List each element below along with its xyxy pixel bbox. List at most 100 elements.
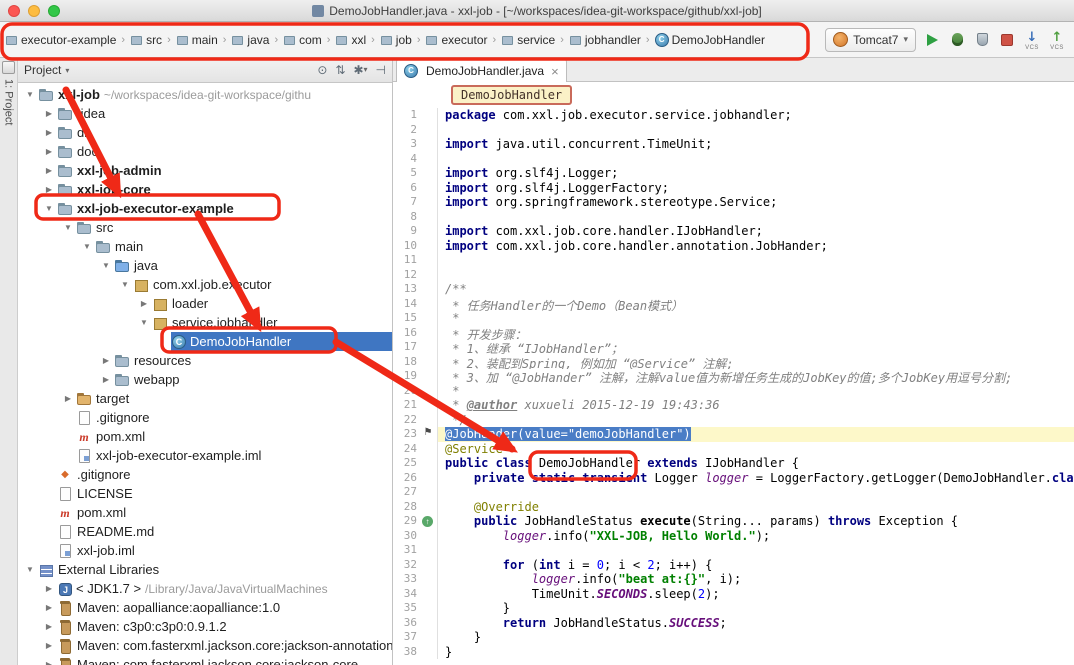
expand-arrow-icon[interactable]: ▶ bbox=[41, 641, 57, 650]
tree-item-resources[interactable]: ▶resources bbox=[18, 351, 392, 370]
run-config-select[interactable]: Tomcat7 ▾ bbox=[825, 28, 916, 52]
expand-arrow-icon[interactable]: ▶ bbox=[41, 147, 57, 156]
breadcrumb-item-src[interactable]: src bbox=[129, 33, 163, 47]
code-line-7[interactable]: 7import org.springframework.stereotype.S… bbox=[393, 195, 1074, 210]
expand-arrow-icon[interactable]: ▶ bbox=[41, 622, 57, 631]
vcs-update-button[interactable]: VCS bbox=[1023, 30, 1041, 50]
code-line-20[interactable]: 20 * bbox=[393, 384, 1074, 399]
code-line-28[interactable]: 28 @Override bbox=[393, 500, 1074, 515]
expand-arrow-icon[interactable]: ▶ bbox=[41, 109, 57, 118]
tree-item-db[interactable]: ▶db bbox=[18, 123, 392, 142]
run-coverage-button[interactable] bbox=[973, 30, 991, 50]
expand-arrow-icon[interactable]: ▶ bbox=[98, 356, 114, 365]
tree-item-external-libraries[interactable]: ▼External Libraries bbox=[18, 560, 392, 579]
project-tool-window-button[interactable]: 1: Project bbox=[3, 79, 15, 125]
tree-item-pom-xml[interactable]: mpom.xml bbox=[18, 427, 392, 446]
breadcrumb-item-service[interactable]: service bbox=[500, 33, 556, 47]
code-line-22[interactable]: 22 */ bbox=[393, 413, 1074, 428]
code-line-15[interactable]: 15 * bbox=[393, 311, 1074, 326]
tree-item-license[interactable]: LICENSE bbox=[18, 484, 392, 503]
tree-item-demojobhandler[interactable]: CDemoJobHandler bbox=[18, 332, 392, 351]
code-line-25[interactable]: 25public class DemoJobHandler extends IJ… bbox=[393, 456, 1074, 471]
code-line-33[interactable]: 33 logger.info("beat at:{}", i); bbox=[393, 572, 1074, 587]
locate-icon[interactable]: ⊙ bbox=[317, 64, 327, 76]
code-line-12[interactable]: 12 bbox=[393, 268, 1074, 283]
code-line-5[interactable]: 5import org.slf4j.Logger; bbox=[393, 166, 1074, 181]
project-tool-window-icon[interactable] bbox=[2, 61, 15, 74]
override-method-icon[interactable]: ↑ bbox=[422, 516, 433, 527]
code-line-6[interactable]: 6import org.slf4j.LoggerFactory; bbox=[393, 181, 1074, 196]
tree-item-main[interactable]: ▼main bbox=[18, 237, 392, 256]
expand-arrow-icon[interactable]: ▼ bbox=[22, 565, 38, 574]
code-line-27[interactable]: 27 bbox=[393, 485, 1074, 500]
tree-item-maven-com-fasterxml-jackson-core-jackson-core[interactable]: ▶Maven: com.fasterxml.jackson.core:jacks… bbox=[18, 655, 392, 665]
tree-item-com-xxl-job-executor[interactable]: ▼com.xxl.job.executor bbox=[18, 275, 392, 294]
tree-item-java[interactable]: ▼java bbox=[18, 256, 392, 275]
tree-item-gitignore[interactable]: .gitignore bbox=[18, 408, 392, 427]
collapse-all-icon[interactable]: ⇅ bbox=[335, 64, 345, 76]
code-line-34[interactable]: 34 TimeUnit.SECONDS.sleep(2); bbox=[393, 587, 1074, 602]
tree-item-maven-c3p0-c3p0-0-9-1-2[interactable]: ▶Maven: c3p0:c3p0:0.9.1.2 bbox=[18, 617, 392, 636]
close-window-button[interactable] bbox=[8, 5, 20, 17]
code-line-13[interactable]: 13/** bbox=[393, 282, 1074, 297]
tree-item-doc[interactable]: ▶doc bbox=[18, 142, 392, 161]
tree-item-xxl-job-executor-example-iml[interactable]: xxl-job-executor-example.iml bbox=[18, 446, 392, 465]
breadcrumb-item-com[interactable]: com bbox=[282, 33, 323, 47]
code-line-35[interactable]: 35 } bbox=[393, 601, 1074, 616]
hide-panel-icon[interactable]: ⊣ bbox=[376, 64, 386, 76]
code-line-36[interactable]: 36 return JobHandleStatus.SUCCESS; bbox=[393, 616, 1074, 631]
expand-arrow-icon[interactable]: ▶ bbox=[41, 185, 57, 194]
expand-arrow-icon[interactable]: ▶ bbox=[41, 166, 57, 175]
tree-item-src[interactable]: ▼src bbox=[18, 218, 392, 237]
expand-arrow-icon[interactable]: ▼ bbox=[136, 318, 152, 327]
tree-item-xxl-job-executor-example[interactable]: ▼xxl-job-executor-example bbox=[18, 199, 392, 218]
code-line-14[interactable]: 14 * 任务Handler的一个Demo（Bean模式） bbox=[393, 297, 1074, 312]
expand-arrow-icon[interactable]: ▶ bbox=[41, 128, 57, 137]
run-button[interactable] bbox=[923, 30, 941, 50]
tree-item-pom-xml[interactable]: mpom.xml bbox=[18, 503, 392, 522]
code-editor[interactable]: DemoJobHandler 1package com.xxl.job.exec… bbox=[393, 82, 1074, 665]
expand-arrow-icon[interactable]: ▶ bbox=[136, 299, 152, 308]
expand-arrow-icon[interactable]: ▶ bbox=[60, 394, 76, 403]
tree-item-loader[interactable]: ▶loader bbox=[18, 294, 392, 313]
tree-item-xxl-job-core[interactable]: ▶xxl-job-core bbox=[18, 180, 392, 199]
expand-arrow-icon[interactable]: ▶ bbox=[41, 660, 57, 665]
settings-gear-icon[interactable]: ✱▾ bbox=[353, 64, 367, 76]
expand-arrow-icon[interactable]: ▶ bbox=[98, 375, 114, 384]
expand-arrow-icon[interactable]: ▶ bbox=[41, 603, 57, 612]
expand-arrow-icon[interactable]: ▼ bbox=[117, 280, 133, 289]
code-line-30[interactable]: 30 logger.info("XXL-JOB, Hello World."); bbox=[393, 529, 1074, 544]
code-line-24[interactable]: 24@Service bbox=[393, 442, 1074, 457]
code-line-1[interactable]: 1package com.xxl.job.executor.service.jo… bbox=[393, 108, 1074, 123]
expand-arrow-icon[interactable]: ▶ bbox=[41, 584, 57, 593]
stop-button[interactable] bbox=[998, 30, 1016, 50]
code-line-10[interactable]: 10import com.xxl.job.core.handler.annota… bbox=[393, 239, 1074, 254]
debug-button[interactable] bbox=[948, 30, 966, 50]
tree-item-maven-com-fasterxml-jackson-core-jackson-annotations[interactable]: ▶Maven: com.fasterxml.jackson.core:jacks… bbox=[18, 636, 392, 655]
code-line-26[interactable]: 26 private static transient Logger logge… bbox=[393, 471, 1074, 486]
code-line-21[interactable]: 21 * @author xuxueli 2015-12-19 19:43:36 bbox=[393, 398, 1074, 413]
tree-item-service-jobhandler[interactable]: ▼service.jobhandler bbox=[18, 313, 392, 332]
breadcrumb-item-executor[interactable]: executor bbox=[424, 33, 488, 47]
code-line-29[interactable]: 29↑ public JobHandleStatus execute(Strin… bbox=[393, 514, 1074, 529]
code-line-32[interactable]: 32 for (int i = 0; i < 2; i++) { bbox=[393, 558, 1074, 573]
project-view-select[interactable]: Project ▾ bbox=[24, 63, 69, 77]
expand-arrow-icon[interactable]: ▼ bbox=[79, 242, 95, 251]
breadcrumb-item-xxl[interactable]: xxl bbox=[334, 33, 367, 47]
breadcrumb-item-java[interactable]: java bbox=[230, 33, 270, 47]
expand-arrow-icon[interactable]: ▼ bbox=[60, 223, 76, 232]
code-line-11[interactable]: 11 bbox=[393, 253, 1074, 268]
tree-item-xxl-job-admin[interactable]: ▶xxl-job-admin bbox=[18, 161, 392, 180]
tab-demojobhandler[interactable]: C DemoJobHandler.java × bbox=[396, 59, 567, 82]
close-tab-icon[interactable]: × bbox=[551, 65, 559, 78]
expand-arrow-icon[interactable]: ▼ bbox=[41, 204, 57, 213]
breadcrumb-item-main[interactable]: main bbox=[175, 33, 219, 47]
breadcrumb-item-demojobhandler[interactable]: CDemoJobHandler bbox=[654, 33, 766, 47]
code-line-3[interactable]: 3import java.util.concurrent.TimeUnit; bbox=[393, 137, 1074, 152]
breadcrumb-item-job[interactable]: job bbox=[379, 33, 413, 47]
code-line-23[interactable]: 23⚑@JobHander(value="demoJobHandler") bbox=[393, 427, 1074, 442]
tree-item-xxl-job-iml[interactable]: xxl-job.iml bbox=[18, 541, 392, 560]
tree-item-webapp[interactable]: ▶webapp bbox=[18, 370, 392, 389]
code-line-4[interactable]: 4 bbox=[393, 152, 1074, 167]
zoom-window-button[interactable] bbox=[48, 5, 60, 17]
